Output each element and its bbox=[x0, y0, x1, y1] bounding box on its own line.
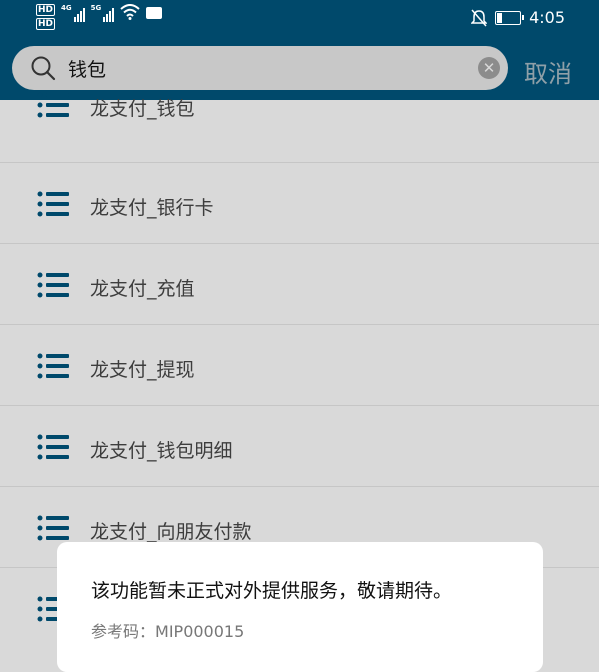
list-item-label: 龙支付_提现 bbox=[90, 359, 195, 381]
reference-code-value: MIP000015 bbox=[155, 622, 245, 641]
list-icon bbox=[37, 434, 69, 460]
list-icon bbox=[37, 353, 69, 379]
signal-icon: 5G bbox=[91, 4, 115, 22]
list-icon bbox=[37, 272, 69, 298]
wifi-icon bbox=[120, 4, 140, 20]
search-icon bbox=[31, 56, 56, 81]
signal-icon: 4G bbox=[61, 4, 85, 22]
hd-badge-2: HD bbox=[36, 18, 56, 30]
list-item[interactable]: 龙支付_银行卡 bbox=[0, 163, 599, 244]
list-item-label: 龙支付_向朋友付款 bbox=[90, 521, 252, 543]
dialog-message: 该功能暂未正式对外提供服务，敬请期待。 bbox=[91, 580, 453, 602]
reference-code-label: 参考码： bbox=[91, 622, 156, 641]
list-item[interactable]: 龙支付_钱包 bbox=[0, 82, 599, 163]
list-item[interactable]: 龙支付_充值 bbox=[0, 244, 599, 325]
list-item-label: 龙支付_钱包 bbox=[90, 98, 195, 120]
search-input[interactable]: 钱包 bbox=[68, 55, 106, 82]
status-bar: HD HD 4G 5G 4:05 bbox=[0, 0, 599, 34]
mute-icon bbox=[471, 9, 488, 26]
clear-icon[interactable]: ✕ bbox=[478, 57, 500, 79]
list-icon bbox=[37, 191, 69, 217]
network-type-1: 4G bbox=[61, 4, 72, 12]
list-item-label: 龙支付_充值 bbox=[90, 278, 195, 300]
hd-badges: HD HD bbox=[36, 4, 56, 30]
reference-code: 参考码：MIP000015 bbox=[91, 618, 244, 642]
app-notification-icon bbox=[146, 7, 163, 19]
hd-badge-1: HD bbox=[36, 4, 56, 16]
list-item-label: 龙支付_银行卡 bbox=[90, 197, 214, 219]
list-icon bbox=[37, 515, 69, 541]
clock: 4:05 bbox=[529, 8, 565, 27]
network-type-2: 5G bbox=[90, 4, 102, 12]
battery-icon bbox=[495, 10, 525, 25]
info-dialog: 该功能暂未正式对外提供服务，敬请期待。 参考码：MIP000015 bbox=[57, 542, 543, 672]
list-icon bbox=[37, 92, 69, 118]
list-item-label: 龙支付_钱包明细 bbox=[90, 440, 233, 462]
list-item[interactable]: 龙支付_提现 bbox=[0, 325, 599, 406]
list-item[interactable]: 龙支付_钱包明细 bbox=[0, 406, 599, 487]
